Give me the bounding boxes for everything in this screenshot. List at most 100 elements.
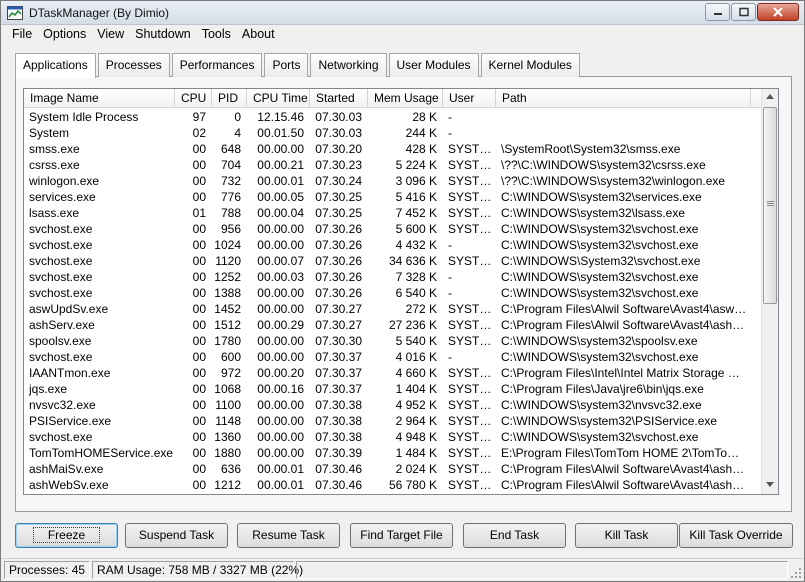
cell-cpu-time: 00.00.04 — [257, 206, 304, 220]
table-row[interactable]: winlogon.exe 00 732 00.00.01 07.30.24 3 096 K… — [24, 173, 762, 189]
table-row[interactable]: jqs.exe 00 1068 00.00.16 07.30.37 1 404 K SYST… — [24, 381, 762, 397]
tab-processes[interactable]: Processes — [97, 53, 170, 77]
cell-started: 07.30.37 — [315, 350, 362, 364]
table-row[interactable]: ashWebSv.exe 00 1212 00.00.01 07.30.46 56 780… — [24, 477, 762, 493]
column-header-started[interactable]: Started — [310, 89, 368, 108]
menu-file[interactable]: File — [7, 25, 38, 45]
cell-image-name: System — [29, 126, 70, 140]
cell-cpu: 01 — [192, 206, 206, 220]
maximize-button[interactable] — [731, 3, 756, 21]
cell-mem-usage: 28 K — [412, 110, 437, 124]
cell-cpu: 00 — [192, 382, 206, 396]
cell-cpu: 00 — [192, 334, 206, 348]
cell-user: SYSTEM — [448, 478, 496, 492]
cell-cpu-time: 00.00.00 — [257, 238, 304, 252]
table-row[interactable]: nvsvc32.exe 00 1100 00.00.00 07.30.38 4 952 K… — [24, 397, 762, 413]
cell-path: C:\Program Files\Java\jre6\bin\jqs.exe — [501, 382, 704, 396]
table-row[interactable]: svchost.exe 00 1252 00.00.03 07.30.26 7 328 K… — [24, 269, 762, 285]
cell-cpu-time: 00.00.00 — [257, 430, 304, 444]
cell-cpu: 00 — [192, 158, 206, 172]
title-bar[interactable]: DTaskManager (By Dimio) — [1, 1, 804, 25]
cell-cpu: 00 — [192, 478, 206, 492]
table-row[interactable]: svchost.exe 00 600 00.00.00 07.30.37 4 016 K-… — [24, 349, 762, 365]
cell-started: 07.30.03 — [315, 110, 362, 124]
tab-performances[interactable]: Performances — [171, 53, 263, 77]
tab-applications[interactable]: Applications — [15, 53, 96, 78]
column-header-user[interactable]: User — [443, 89, 496, 108]
table-row[interactable]: ashMaiSv.exe 00 636 00.00.01 07.30.46 2 024 K… — [24, 461, 762, 477]
cell-pid: 600 — [220, 350, 241, 364]
table-row[interactable]: PSIService.exe 00 1148 00.00.00 07.30.38 2 96… — [24, 413, 762, 429]
find-target-file-button[interactable]: Find Target File — [350, 523, 453, 548]
cell-pid: 0 — [234, 110, 241, 124]
cell-cpu: 00 — [192, 190, 206, 204]
column-header-mem-usage[interactable]: Mem Usage — [368, 89, 443, 108]
column-header-image-name[interactable]: Image Name — [24, 89, 175, 108]
chevron-down-icon — [766, 482, 774, 487]
cell-user: - — [448, 110, 452, 124]
table-row[interactable]: System Idle Process 97 0 12.15.46 07.30.03 28… — [24, 109, 762, 125]
kill-task-override-button[interactable]: Kill Task Override — [679, 523, 793, 548]
process-list[interactable]: Image Name CPU PID CPU Time Started Mem … — [23, 88, 779, 495]
column-header-path[interactable]: Path — [496, 89, 751, 108]
table-row[interactable]: lsass.exe 01 788 00.00.04 07.30.25 7 452 K SYS… — [24, 205, 762, 221]
table-row[interactable]: TomTomHOMEService.exe 00 1880 00.00.00 07.30… — [24, 445, 762, 461]
table-row[interactable]: svchost.exe 00 1120 00.00.07 07.30.26 34 636 … — [24, 253, 762, 269]
close-button[interactable] — [757, 3, 799, 21]
cell-mem-usage: 27 236 K — [388, 318, 437, 332]
kill-task-button[interactable]: Kill Task — [575, 523, 678, 548]
column-header-pid[interactable]: PID — [212, 89, 247, 108]
column-header-cpu[interactable]: CPU — [175, 89, 212, 108]
cell-cpu-time: 00.00.00 — [257, 446, 304, 460]
cell-path: C:\WINDOWS\System32\svchost.exe — [501, 254, 701, 268]
cell-mem-usage: 34 636 K — [388, 254, 437, 268]
cell-cpu: 00 — [192, 446, 206, 460]
cell-user: SYSTEM — [448, 430, 496, 444]
cell-mem-usage: 5 224 K — [395, 158, 437, 172]
table-row[interactable]: aswUpdSv.exe 00 1452 00.00.00 07.30.27 272 K S… — [24, 301, 762, 317]
end-task-button[interactable]: End Task — [463, 523, 566, 548]
cell-user: SYSTEM — [448, 398, 496, 412]
table-row[interactable]: spoolsv.exe 00 1780 00.00.00 07.30.30 5 540 K… — [24, 333, 762, 349]
cell-cpu-time: 00.00.01 — [257, 174, 304, 188]
table-row[interactable]: IAANTmon.exe 00 972 00.00.20 07.30.37 4 660 K… — [24, 365, 762, 381]
table-row[interactable]: svchost.exe 00 1024 00.00.00 07.30.26 4 432 K… — [24, 237, 762, 253]
tab-ports[interactable]: Ports — [264, 53, 309, 77]
menu-view[interactable]: View — [92, 25, 130, 45]
menu-options[interactable]: Options — [38, 25, 92, 45]
cell-started: 07.30.27 — [315, 318, 362, 332]
table-row[interactable]: System 02 4 00.01.50 07.30.03 244 K- — [24, 125, 762, 141]
tab-user-modules[interactable]: User Modules — [388, 53, 479, 77]
cell-started: 07.30.23 — [315, 158, 362, 172]
cell-image-name: services.exe — [29, 190, 96, 204]
size-grip-icon[interactable] — [790, 567, 802, 579]
cell-image-name: svchost.exe — [29, 270, 93, 284]
cell-started: 07.30.37 — [315, 366, 362, 380]
menu-about[interactable]: About — [237, 25, 281, 45]
table-row[interactable]: csrss.exe 00 704 00.00.21 07.30.23 5 224 K SYS… — [24, 157, 762, 173]
scroll-up-button[interactable] — [762, 89, 778, 106]
resume-task-button[interactable]: Resume Task — [237, 523, 340, 548]
scroll-thumb[interactable] — [763, 107, 777, 304]
cell-cpu: 02 — [192, 126, 206, 140]
cell-path: C:\WINDOWS\system32\nvsvc32.exe — [501, 398, 702, 412]
tab-networking[interactable]: Networking — [310, 53, 387, 77]
vertical-scrollbar[interactable] — [761, 89, 778, 494]
menu-shutdown[interactable]: Shutdown — [130, 25, 197, 45]
column-header-cpu-time[interactable]: CPU Time — [247, 89, 310, 108]
table-row[interactable]: svchost.exe 00 1360 00.00.00 07.30.38 4 948 K… — [24, 429, 762, 445]
table-row[interactable]: svchost.exe 00 1388 00.00.00 07.30.26 6 540 K… — [24, 285, 762, 301]
cell-pid: 776 — [220, 190, 241, 204]
tab-kernel-modules[interactable]: Kernel Modules — [480, 53, 580, 77]
cell-started: 07.30.46 — [315, 462, 362, 476]
scroll-down-button[interactable] — [762, 477, 778, 494]
table-row[interactable]: svchost.exe 00 956 00.00.00 07.30.26 5 600 K S… — [24, 221, 762, 237]
cell-started: 07.30.24 — [315, 174, 362, 188]
menu-tools[interactable]: Tools — [197, 25, 237, 45]
table-row[interactable]: ashServ.exe 00 1512 00.00.29 07.30.27 27 236 … — [24, 317, 762, 333]
freeze-button[interactable]: Freeze — [15, 523, 118, 548]
table-row[interactable]: smss.exe 00 648 00.00.00 07.30.20 428 K SYSTEM… — [24, 141, 762, 157]
minimize-button[interactable] — [705, 3, 730, 21]
suspend-task-button[interactable]: Suspend Task — [125, 523, 228, 548]
table-row[interactable]: services.exe 00 776 00.00.05 07.30.25 5 416 K… — [24, 189, 762, 205]
